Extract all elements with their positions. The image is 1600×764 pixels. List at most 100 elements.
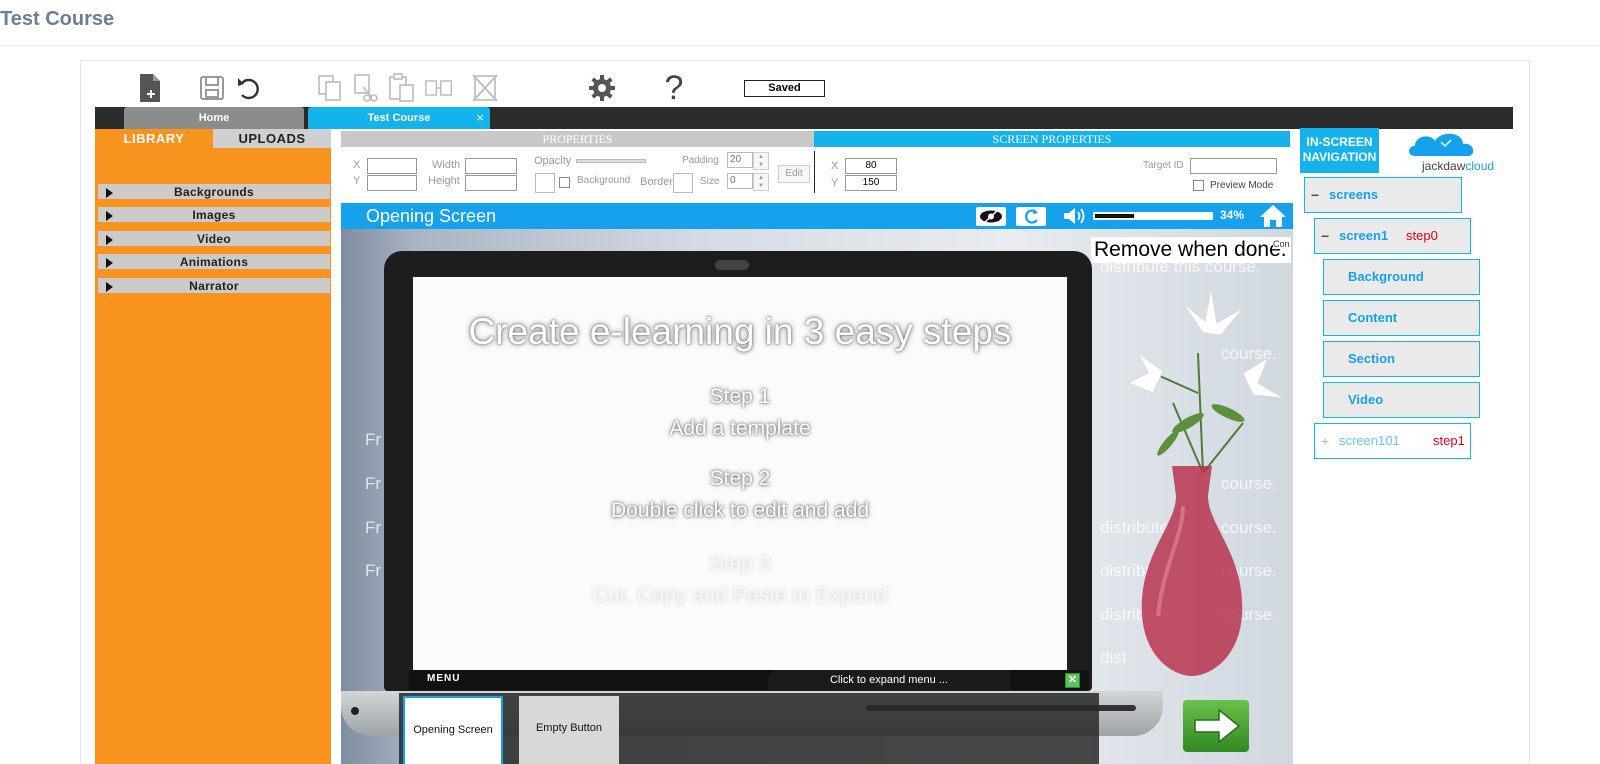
step2-heading[interactable]: Step 2: [413, 467, 1067, 491]
library-item-label: Images: [192, 208, 236, 222]
content-note-label[interactable]: Con: [1273, 239, 1290, 249]
new-page-icon[interactable]: [136, 72, 164, 104]
step3-heading[interactable]: Step 3: [413, 552, 1067, 576]
nav-node-background[interactable]: Background: [1323, 259, 1480, 295]
home-icon[interactable]: [1259, 204, 1287, 233]
opacity-slider[interactable]: [576, 159, 646, 163]
step2-text[interactable]: Double click to edit and add: [413, 499, 1067, 523]
expand-arrow-icon: [106, 235, 113, 245]
save-icon[interactable]: [198, 72, 226, 104]
nav-node-video[interactable]: Video: [1323, 382, 1480, 418]
preview-mode-checkbox[interactable]: [1193, 180, 1204, 191]
page-title: Test Course: [0, 8, 115, 30]
screen-x-label: X: [831, 160, 839, 172]
y-input[interactable]: [367, 175, 417, 191]
cut-icon[interactable]: [352, 72, 380, 104]
screen-headline[interactable]: Create e-learning in 3 easy steps: [413, 311, 1067, 353]
x-input[interactable]: [367, 158, 417, 174]
nav-node-screens[interactable]: − screens: [1304, 177, 1462, 213]
volume-slider[interactable]: [1093, 212, 1213, 220]
tab-home[interactable]: Home: [124, 107, 304, 129]
stage-canvas[interactable]: Fr Fr Fr Fr distribute this course. cour…: [341, 203, 1293, 764]
expand-arrow-icon: [106, 188, 113, 198]
border-color-picker[interactable]: [673, 173, 693, 193]
screen-y-input[interactable]: 150: [845, 175, 897, 191]
collapse-icon[interactable]: −: [1321, 219, 1329, 253]
library-item-animations[interactable]: Animations: [98, 254, 330, 271]
menu-label[interactable]: MENU: [427, 673, 460, 684]
background-text: Fr: [365, 518, 382, 537]
stage-screen-title: Opening Screen: [366, 206, 497, 226]
tab-library[interactable]: LIBRARY: [95, 129, 213, 148]
next-button[interactable]: [1183, 700, 1249, 752]
background-text: Fr: [365, 474, 382, 493]
settings-icon[interactable]: [588, 72, 616, 104]
thumbnail-empty-button[interactable]: Empty Button: [519, 696, 619, 764]
remove-note-textbox[interactable]: Remove when done.: [1091, 237, 1291, 263]
x-label: X: [353, 159, 361, 171]
step1-heading[interactable]: Step 1: [413, 385, 1067, 409]
background-label: Background: [577, 175, 631, 186]
saved-status: Saved: [744, 80, 825, 97]
expand-icon[interactable]: +: [1321, 424, 1329, 458]
library-item-images[interactable]: Images: [98, 207, 330, 224]
nav-node-screen101[interactable]: + screen101 step1: [1314, 423, 1471, 459]
target-id-input[interactable]: [1190, 158, 1277, 174]
paste-icon[interactable]: [388, 72, 416, 104]
tab-test-course[interactable]: Test Course ×: [308, 107, 490, 129]
library-item-video[interactable]: Video: [98, 231, 330, 248]
webcam-icon: [715, 260, 749, 270]
size-stepper[interactable]: ▲ ▼: [753, 173, 769, 191]
speaker-icon[interactable]: [1062, 207, 1088, 230]
library-item-narrator[interactable]: Narrator: [98, 278, 330, 295]
height-input[interactable]: [465, 175, 517, 191]
library-item-label: Animations: [179, 255, 249, 269]
delete-icon[interactable]: [471, 72, 499, 104]
library-item-backgrounds[interactable]: Backgrounds: [98, 184, 330, 201]
properties-divider: [814, 151, 815, 193]
library-item-label: Backgrounds: [174, 185, 254, 199]
thumbnail-opening-screen[interactable]: Opening Screen: [403, 696, 503, 764]
size-input[interactable]: 0: [727, 173, 753, 189]
nav-node-label: Background: [1348, 269, 1424, 284]
padding-input[interactable]: 20: [727, 152, 753, 168]
background-color-picker[interactable]: [535, 173, 555, 193]
undo-icon[interactable]: [235, 72, 263, 104]
jackdawcloud-logo: jackdawcloud: [1385, 128, 1505, 173]
step3-text[interactable]: Cut, Copy and Paste to Expand: [413, 584, 1067, 608]
expand-icon[interactable]: ✕: [1065, 673, 1080, 688]
copy-icon[interactable]: [316, 72, 344, 104]
background-checkbox[interactable]: [559, 177, 570, 188]
background-text: dist: [1100, 648, 1127, 667]
size-label: Size: [700, 176, 720, 187]
tab-uploads[interactable]: UPLOADS: [213, 129, 331, 148]
opacity-label: Opacity: [534, 155, 572, 167]
step1-text[interactable]: Add a template: [413, 417, 1067, 441]
help-icon[interactable]: ?: [660, 69, 688, 107]
nav-node-section[interactable]: Section: [1323, 341, 1480, 377]
volume-percent: 34%: [1220, 208, 1245, 222]
edit-button[interactable]: Edit: [778, 165, 810, 183]
duplicate-icon[interactable]: [425, 72, 453, 104]
target-id-label: Target ID: [1143, 160, 1184, 171]
laptop-base-dot: [351, 707, 359, 715]
nav-node-label: Content: [1348, 310, 1398, 325]
eye-icon[interactable]: [976, 207, 1006, 226]
nav-node-label: Video: [1348, 392, 1384, 407]
padding-stepper[interactable]: ▲ ▼: [753, 152, 769, 170]
screen-y-label: Y: [831, 177, 839, 189]
preview-mode-label: Preview Mode: [1210, 180, 1274, 191]
close-icon[interactable]: ×: [476, 107, 484, 129]
screen-x-input[interactable]: 80: [845, 158, 897, 174]
step-tag: step0: [1406, 228, 1438, 243]
collapse-icon[interactable]: −: [1311, 178, 1319, 212]
refresh-icon[interactable]: [1016, 207, 1046, 226]
nav-node-content[interactable]: Content: [1323, 300, 1480, 336]
lily-flower-image: [1126, 287, 1284, 473]
expand-menu-button[interactable]: Click to expand menu ...: [768, 670, 1010, 690]
library-panel: [95, 129, 331, 764]
border-label: Border: [640, 176, 674, 188]
arrow-right-icon: [1194, 708, 1241, 744]
nav-node-screen1[interactable]: − screen1 step0: [1314, 218, 1471, 254]
width-input[interactable]: [465, 158, 517, 174]
